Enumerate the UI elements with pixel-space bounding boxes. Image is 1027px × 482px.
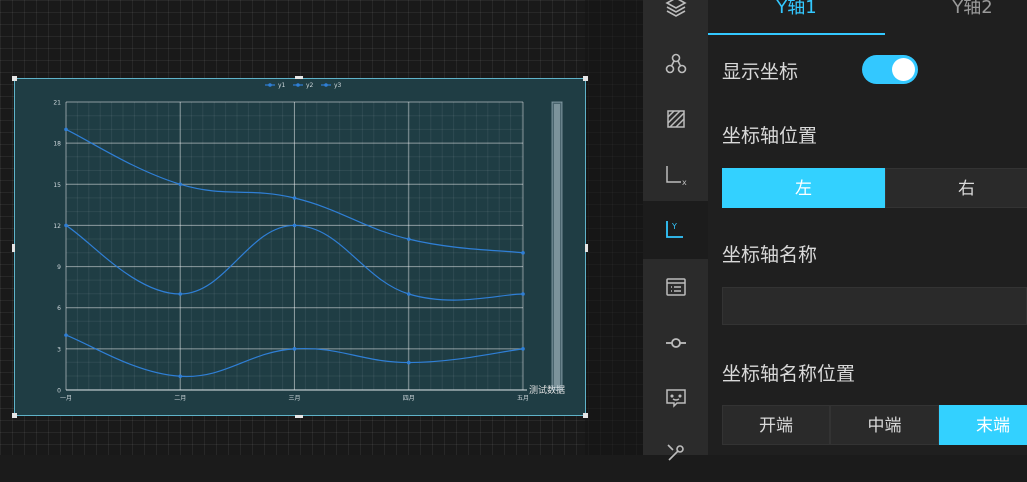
- rail-tools[interactable]: [643, 424, 708, 482]
- resize-handle-right[interactable]: [585, 244, 588, 252]
- y-axis-icon: Y: [665, 221, 683, 238]
- resize-handle-tr[interactable]: [583, 76, 588, 81]
- axis-settings-panel: Y轴1 Y轴2 显示坐标 坐标轴位置 左 右 坐标轴名称 坐标轴名称位置 开端 …: [708, 0, 1027, 455]
- y-tick-label: 9: [57, 264, 61, 271]
- canvas-margin: [585, 0, 643, 455]
- rail-y-axis[interactable]: Y: [643, 201, 708, 259]
- design-canvas[interactable]: 0 3 6 9 12 15 18 21 一月 二月 三月 四月 五月 测试数据 y1 y2 y3: [0, 0, 643, 455]
- data-point-y2: [178, 292, 183, 296]
- show-axis-toggle[interactable]: [862, 55, 918, 84]
- legend-marker-y2: [296, 83, 300, 87]
- data-point-y3: [521, 347, 525, 351]
- resize-handle-bottom[interactable]: [295, 415, 303, 418]
- axis-name-position-middle-option[interactable]: 中端: [830, 405, 939, 445]
- x-tick-label: 五月: [517, 395, 529, 402]
- data-point-y1: [64, 127, 68, 132]
- list-icon: [665, 278, 686, 296]
- tooltip-icon: [665, 389, 686, 408]
- toggle-knob: [892, 58, 915, 81]
- line-chart: 036912151821一月 二月 三月 四月 五月测试数据y1 y2 y3: [53, 82, 565, 402]
- y-tick-label: 12: [53, 223, 61, 230]
- y-tick-label: 0: [57, 388, 61, 395]
- y-tick-label: 15: [53, 182, 61, 189]
- axis-position-right-option[interactable]: 右: [885, 168, 1027, 208]
- resize-handle-left[interactable]: [12, 244, 15, 252]
- rail-nodes[interactable]: [643, 35, 708, 93]
- x-tick-label: 三月: [288, 395, 300, 402]
- layers-icon: [664, 0, 687, 17]
- data-point-y1: [178, 182, 183, 187]
- resize-handle-bl[interactable]: [12, 413, 17, 418]
- y-tick-label: 18: [53, 141, 61, 148]
- area-pattern-icon: [666, 110, 685, 128]
- y-tick-label: 21: [53, 100, 61, 107]
- axis-name-position-start-option[interactable]: 开端: [722, 405, 830, 445]
- nodes-icon: [665, 53, 686, 74]
- axis-position-label: 坐标轴位置: [722, 125, 818, 147]
- legend-marker-y1: [268, 83, 272, 87]
- rail-tooltip[interactable]: [643, 369, 708, 427]
- resize-handle-br[interactable]: [583, 413, 588, 418]
- rail-line-point[interactable]: [643, 314, 708, 372]
- data-point-y1: [292, 196, 297, 200]
- data-point-y1: [406, 237, 411, 241]
- svg-text:x: x: [682, 178, 687, 187]
- legend-label-y2: y2: [306, 82, 314, 89]
- data-point-y3: [178, 374, 183, 379]
- x-axis-icon: x: [665, 166, 687, 187]
- data-point-y3: [292, 347, 297, 351]
- data-zoom-handle: [554, 104, 560, 388]
- data-point-y2: [521, 292, 525, 296]
- data-point-y2: [64, 223, 68, 228]
- settings-icon-rail: x Y: [643, 0, 708, 461]
- y-tick-label: 3: [57, 346, 61, 353]
- rail-layers[interactable]: [643, 0, 708, 36]
- rail-list[interactable]: [643, 258, 708, 316]
- legend-label-y1: y1: [278, 82, 286, 89]
- axis-name-input[interactable]: [722, 287, 1027, 325]
- y-tick-label: 6: [57, 305, 61, 312]
- data-point-y3: [64, 333, 68, 337]
- data-point-y2: [292, 223, 297, 228]
- svg-text:Y: Y: [671, 222, 677, 231]
- active-tab-underline: [708, 33, 885, 35]
- x-tick-label: 一月: [60, 395, 72, 402]
- data-point-y1: [521, 251, 525, 255]
- line-point-icon: [665, 338, 686, 348]
- rail-x-axis[interactable]: x: [643, 146, 708, 204]
- line-chart-widget[interactable]: 0 3 6 9 12 15 18 21 一月 二月 三月 四月 五月 测试数据 y1 y2 y3: [12, 76, 588, 418]
- resize-handle-top[interactable]: [295, 76, 303, 79]
- tab-y-axis-2[interactable]: Y轴2: [885, 0, 1027, 34]
- axis-name-position-label: 坐标轴名称位置: [722, 363, 856, 385]
- x-tick-label: 四月: [403, 395, 415, 402]
- data-point-y2: [406, 292, 411, 296]
- legend-marker-y3: [324, 83, 328, 87]
- tab-y-axis-1[interactable]: Y轴1: [708, 0, 885, 34]
- show-axis-label: 显示坐标: [722, 61, 799, 83]
- resize-handle-tl[interactable]: [12, 76, 17, 81]
- tools-icon: [666, 444, 684, 461]
- axis-position-left-option[interactable]: 左: [722, 168, 885, 208]
- rail-area[interactable]: [643, 90, 708, 148]
- axis-name-position-end-option[interactable]: 末端: [939, 405, 1027, 445]
- legend-label-y3: y3: [334, 82, 342, 89]
- data-point-y3: [406, 360, 411, 365]
- axis-name-label: 坐标轴名称: [722, 244, 818, 266]
- x-tick-label: 二月: [174, 395, 186, 402]
